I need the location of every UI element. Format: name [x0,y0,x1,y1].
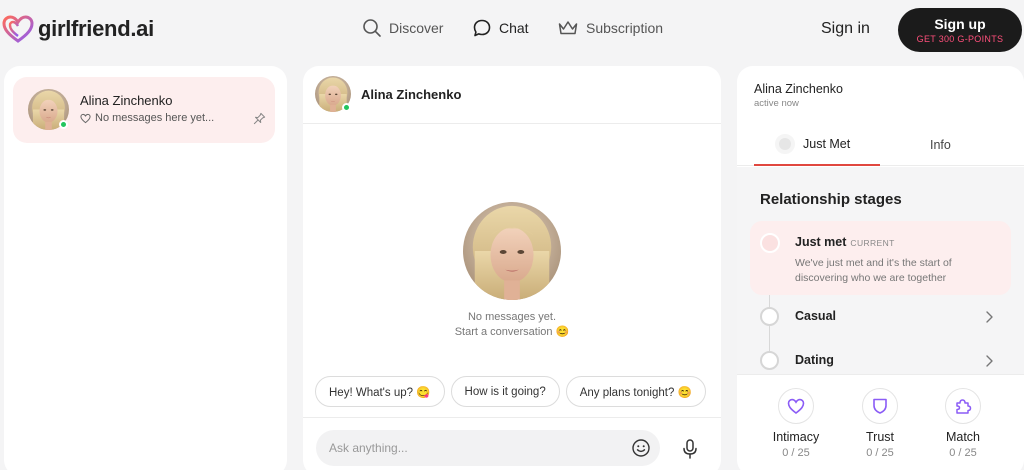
chevron-right-icon [984,310,994,329]
profile-panel: Alina Zinchenko active now Just Met Info… [737,66,1024,470]
chat-bubble-icon [473,19,491,37]
relationship-stages-section: Relationship stages Just met CURRENT We'v… [737,167,1024,374]
stat-trust: Trust 0 / 25 [844,388,916,459]
divider [737,374,1024,375]
stage-casual[interactable]: Casual [760,307,1014,331]
stat-value: 0 / 25 [782,447,810,459]
conversation-item[interactable]: Alina Zinchenko No messages here yet... [13,77,275,143]
pin-icon[interactable] [253,112,266,130]
stage-dating[interactable]: Dating [760,351,1014,375]
online-indicator [342,103,351,112]
nav-label: Subscription [586,20,664,36]
profile-status: active now [754,98,799,109]
stage-name-text: Just met [795,235,847,249]
tab-label: Just Met [803,137,851,151]
shield-icon [862,388,898,424]
stat-value: 0 / 25 [866,447,894,459]
conversation-preview: No messages here yet... [80,112,214,124]
section-title: Relationship stages [760,191,902,208]
crown-icon [558,21,578,35]
message-placeholder: Ask anything... [329,441,408,455]
tab-just-met[interactable]: Just Met [775,134,850,154]
heart-icon [778,388,814,424]
microphone-icon[interactable] [681,438,699,465]
stage-circle-icon [760,307,779,326]
stat-label: Trust [865,430,894,444]
logo-heart-icon [2,15,34,43]
nav-label: Chat [499,20,529,36]
stat-value: 0 / 25 [949,447,977,459]
profile-tabs: Just Met Info [737,124,1024,166]
stat-match: Match 0 / 25 [927,388,999,459]
online-indicator [59,120,68,129]
stage-name: Casual [795,309,836,323]
stage-dot-icon [775,134,795,154]
message-input[interactable]: Ask anything... [316,430,660,466]
current-badge: CURRENT [850,238,895,248]
empty-line-1: No messages yet. [467,311,557,323]
sign-up-promo: GET 300 G-POINTS [916,34,1004,44]
nav-label: Discover [389,20,444,36]
conversation-list: Alina Zinchenko No messages here yet... [4,66,287,470]
sign-up-label: Sign up [934,16,986,32]
stage-current[interactable]: Just met CURRENT We've just met and it's … [750,221,1011,295]
conversation-name: Alina Zinchenko [80,93,173,108]
suggestion-chip[interactable]: Any plans tonight? 😊 [565,376,706,407]
emoji-icon[interactable] [631,438,651,463]
chat-header: Alina Zinchenko [303,66,721,124]
divider [303,417,721,418]
top-header: girlfriend.ai Discover Chat Subscription… [0,0,1024,60]
empty-chat-message: No messages yet. Start a conversation 😊 [303,310,721,340]
preview-text: No messages here yet... [95,112,215,124]
nav-discover[interactable]: Discover [362,18,443,38]
sign-up-button[interactable]: Sign up GET 300 G-POINTS [898,8,1022,52]
profile-name: Alina Zinchenko [754,82,843,96]
empty-line-2: Start a conversation 😊 [454,326,570,338]
logo[interactable]: girlfriend.ai [2,14,154,44]
puzzle-icon [945,388,981,424]
active-tab-indicator [754,164,880,166]
stage-name: Just met CURRENT [795,235,895,249]
stat-intimacy: Intimacy 0 / 25 [760,388,832,459]
suggestion-chips: Hey! What's up? 😋 How is it going? Any p… [315,376,706,407]
nav-subscription[interactable]: Subscription [557,18,663,38]
suggestion-chip[interactable]: How is it going? [450,376,560,407]
logo-text: girlfriend.ai [38,16,154,41]
heart-outline-icon [80,113,91,123]
stage-circle-icon [760,233,780,253]
stage-circle-icon [760,351,779,370]
nav-chat[interactable]: Chat [472,18,529,38]
sign-in-link[interactable]: Sign in [821,20,870,38]
chat-contact-name: Alina Zinchenko [361,87,462,102]
large-avatar [463,202,561,300]
chat-panel: Alina Zinchenko No messages yet. Start a… [303,66,721,470]
chevron-right-icon [984,354,994,373]
suggestion-chip[interactable]: Hey! What's up? 😋 [315,376,445,407]
stage-description: We've just met and it's the start of dis… [795,257,952,284]
search-icon [363,19,381,37]
stat-label: Intimacy [772,430,820,444]
tab-info[interactable]: Info [930,138,951,152]
stat-label: Match [945,430,981,444]
stage-name: Dating [795,353,834,367]
